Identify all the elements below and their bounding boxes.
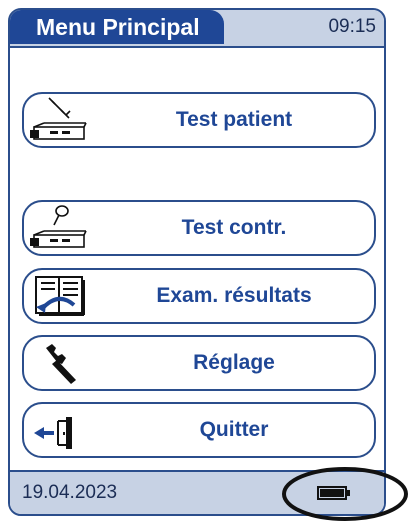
device-screen: Menu Principal 09:15 Test patient Test c… <box>8 8 386 516</box>
exit-label: Quitter <box>199 418 269 441</box>
date-display: 19.04.2023 <box>22 482 118 503</box>
header-bar: Menu Principal 09:15 <box>10 10 384 48</box>
clock: 09:15 <box>328 16 376 37</box>
exit-door-icon <box>34 417 72 449</box>
review-results-button[interactable]: Exam. résultats <box>22 268 376 324</box>
test-patient-label: Test patient <box>175 108 293 131</box>
exit-button[interactable]: Quitter <box>22 402 376 458</box>
settings-button[interactable]: Réglage <box>22 335 376 391</box>
page-title: Menu Principal <box>10 10 224 44</box>
test-control-button[interactable]: Test contr. <box>22 200 376 256</box>
test-control-label: Test contr. <box>181 216 287 239</box>
memory-results-icon <box>35 276 85 316</box>
control-test-strip-icon <box>30 205 87 248</box>
review-results-label: Exam. résultats <box>156 284 312 307</box>
settings-label: Réglage <box>193 351 275 374</box>
wrench-icon <box>46 344 76 384</box>
test-patient-button[interactable]: Test patient <box>22 92 376 148</box>
patient-test-strip-icon <box>30 97 87 140</box>
battery-highlight-circle <box>282 467 408 521</box>
